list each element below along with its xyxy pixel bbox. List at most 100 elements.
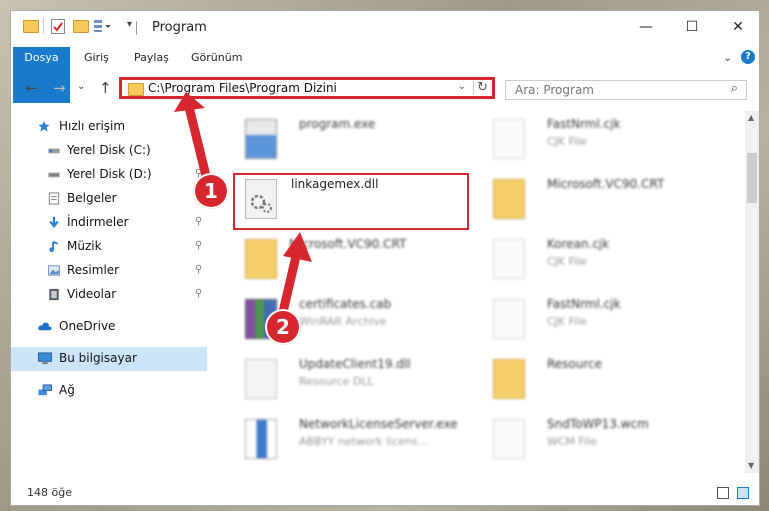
address-path[interactable]: C:\Program Files\Program Dizini xyxy=(148,81,337,95)
scroll-up-icon[interactable]: ▲ xyxy=(748,113,754,122)
tab-share[interactable]: Paylaş xyxy=(134,47,169,69)
explorer-window: ▾ Program — ☐ ✕ Dosya Giriş Paylaş Görün… xyxy=(10,10,760,506)
file-name: UpdateClient19.dll xyxy=(299,357,411,371)
scroll-down-icon[interactable]: ▼ xyxy=(748,461,754,470)
status-bar: 148 öğe xyxy=(11,483,759,505)
sidebar-item-downloads[interactable]: İndirmeler ⚲ xyxy=(11,211,207,235)
pin-icon[interactable]: ⚲ xyxy=(195,288,202,299)
file-type: CJK File xyxy=(547,255,588,268)
properties-icon[interactable] xyxy=(51,19,65,34)
sidebar-item-label: Videolar xyxy=(67,287,117,301)
title-bar: ▾ Program — ☐ ✕ xyxy=(11,11,759,43)
sidebar-item-quick-access[interactable]: Hızlı erişim xyxy=(11,115,207,139)
list-item[interactable]: NetworkLicenseServer.exe ABBYY network l… xyxy=(237,413,477,469)
pin-icon[interactable]: ⚲ xyxy=(195,216,202,227)
list-item[interactable]: UpdateClient19.dll Resource DLL xyxy=(237,353,477,409)
file-name: FastNrml.cjk xyxy=(547,117,621,131)
file-name: Microsoft.VC90.CRT xyxy=(547,177,665,191)
search-icon[interactable]: ⌕ xyxy=(731,81,738,96)
navigation-pane: Hızlı erişim Yerel Disk (C:) ⚲ Yerel Dis… xyxy=(11,111,207,471)
sidebar-item-label: Resimler xyxy=(67,263,120,277)
folder-icon xyxy=(245,239,277,279)
ribbon-expand-icon[interactable]: ⌄ xyxy=(723,51,732,64)
sidebar-item-label: OneDrive xyxy=(59,319,116,333)
sidebar-item-label: Yerel Disk (C:) xyxy=(67,143,151,157)
sidebar-item-onedrive[interactable]: OneDrive xyxy=(11,315,207,339)
scroll-thumb[interactable] xyxy=(747,153,757,203)
list-item[interactable]: FastNrml.cjk CJK File xyxy=(485,113,725,169)
minimize-button[interactable]: — xyxy=(623,11,669,43)
window-title: Program xyxy=(152,20,207,35)
sidebar-item-label: Belgeler xyxy=(67,191,117,205)
folder-icon xyxy=(128,83,144,96)
address-bar[interactable]: C:\Program Files\Program Dizini ⌄ ↻ xyxy=(119,77,495,99)
sidebar-item-network[interactable]: Ağ xyxy=(11,379,207,403)
file-name: SndToWP13.wcm xyxy=(547,417,649,431)
file-type: Resource DLL xyxy=(299,375,374,388)
folder-icon xyxy=(23,20,39,33)
sidebar-item-local-disk-c[interactable]: Yerel Disk (C:) ⚲ xyxy=(11,139,207,163)
help-icon[interactable]: ? xyxy=(741,50,755,64)
file-type: WCM File xyxy=(547,435,597,448)
search-input[interactable]: Ara: Program xyxy=(515,83,594,97)
document-icon xyxy=(493,419,525,459)
search-box[interactable]: Ara: Program ⌕ xyxy=(505,80,747,100)
sidebar-item-this-pc[interactable]: Bu bilgisayar xyxy=(11,347,207,371)
list-item[interactable]: program.exe xyxy=(237,113,477,169)
item-count: 148 öğe xyxy=(27,486,72,499)
folder-icon xyxy=(493,179,525,219)
cloud-icon xyxy=(38,322,52,331)
back-button[interactable]: ← xyxy=(25,79,38,97)
document-icon xyxy=(493,239,525,279)
list-item[interactable]: Microsoft.VC90.CRT xyxy=(485,173,725,229)
music-icon xyxy=(49,240,59,253)
quick-access-customize-icon[interactable] xyxy=(93,19,111,32)
up-button[interactable]: ↑ xyxy=(99,79,112,97)
new-folder-icon[interactable] xyxy=(73,20,89,33)
divider xyxy=(136,21,137,35)
list-item[interactable]: Korean.cjk CJK File xyxy=(485,233,725,289)
file-name: program.exe xyxy=(299,117,376,131)
list-item[interactable]: Microsoft.VC90.CRT xyxy=(237,233,477,289)
pictures-icon xyxy=(47,265,61,276)
close-button[interactable]: ✕ xyxy=(715,11,759,43)
large-icons-view-icon[interactable] xyxy=(737,487,749,499)
sidebar-item-pictures[interactable]: Resimler ⚲ xyxy=(11,259,207,283)
sidebar-item-label: İndirmeler xyxy=(67,215,129,229)
file-highlight-box xyxy=(233,173,469,230)
vertical-scrollbar[interactable]: ▲ ▼ xyxy=(745,111,759,473)
sidebar-item-music[interactable]: Müzik ⚲ xyxy=(11,235,207,259)
file-type: CJK File xyxy=(547,135,588,148)
drive-icon xyxy=(48,172,60,178)
pin-icon[interactable]: ⚲ xyxy=(195,264,202,275)
exe-file-icon xyxy=(245,119,277,159)
tab-home[interactable]: Giriş xyxy=(84,47,109,69)
file-type: ABBYY network licens... xyxy=(299,435,429,448)
document-icon xyxy=(493,299,525,339)
refresh-button[interactable]: ↻ xyxy=(473,80,488,95)
chevron-down-icon[interactable]: ▾ xyxy=(127,19,132,30)
exe-file-icon xyxy=(245,419,277,459)
file-name: Korean.cjk xyxy=(547,237,610,251)
list-item[interactable]: SndToWP13.wcm WCM File xyxy=(485,413,725,469)
recent-locations-button[interactable]: ⌄ xyxy=(77,81,85,92)
sidebar-item-label: Ağ xyxy=(59,383,75,397)
list-item[interactable]: FastNrml.cjk CJK File xyxy=(485,293,725,349)
sidebar-item-documents[interactable]: Belgeler ⚲ xyxy=(11,187,207,211)
ribbon: Dosya Giriş Paylaş Görünüm xyxy=(11,47,759,103)
details-view-icon[interactable] xyxy=(717,487,729,499)
computer-icon xyxy=(38,352,52,365)
address-dropdown-button[interactable]: ⌄ xyxy=(458,81,466,92)
pin-icon[interactable]: ⚲ xyxy=(195,240,202,251)
tab-view[interactable]: Görünüm xyxy=(191,47,242,69)
pin-icon[interactable]: ⚲ xyxy=(195,144,202,155)
maximize-button[interactable]: ☐ xyxy=(669,11,715,43)
drive-icon xyxy=(48,148,60,154)
sidebar-item-videos[interactable]: Videolar ⚲ xyxy=(11,283,207,307)
sidebar-item-local-disk-d[interactable]: Yerel Disk (D:) ⚲ xyxy=(11,163,207,187)
sidebar-item-label: Müzik xyxy=(67,239,102,253)
forward-button[interactable]: → xyxy=(53,79,66,97)
gear-dll-icon xyxy=(245,359,277,399)
file-name: certificates.cab xyxy=(299,297,392,311)
list-item[interactable]: Resource xyxy=(485,353,725,409)
